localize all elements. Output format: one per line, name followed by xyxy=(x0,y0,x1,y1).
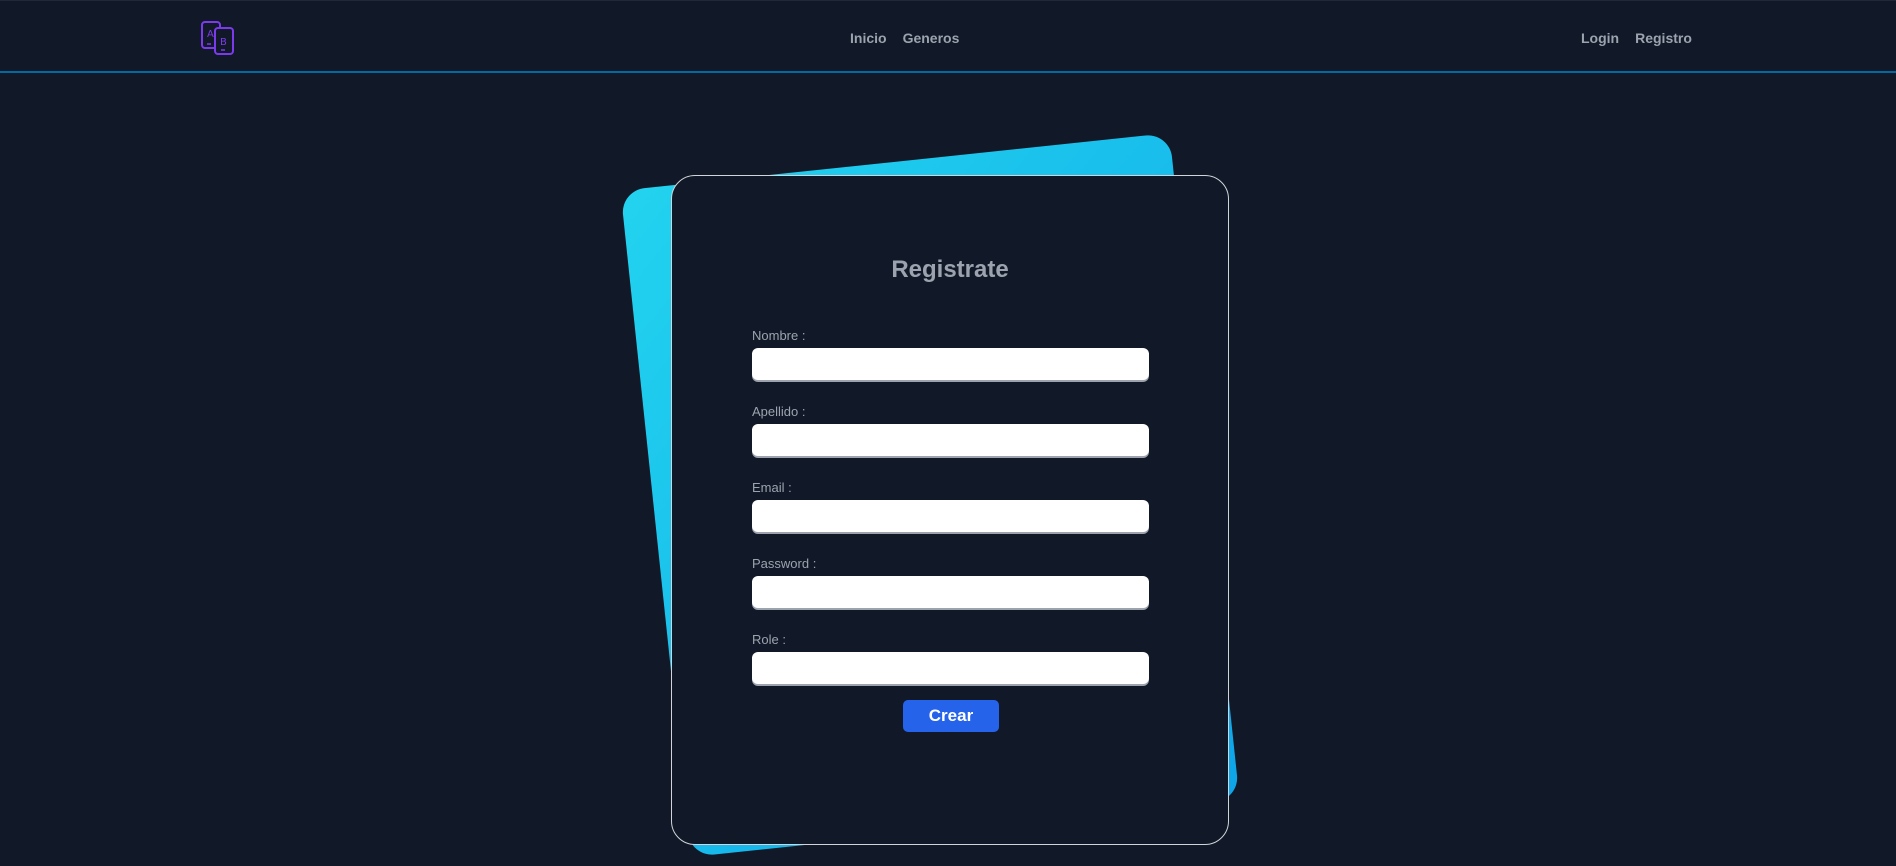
svg-text:A: A xyxy=(207,29,214,40)
role-input[interactable] xyxy=(752,652,1149,684)
password-input[interactable] xyxy=(752,576,1149,608)
nav-link-inicio[interactable]: Inicio xyxy=(850,29,887,47)
email-input[interactable] xyxy=(752,500,1149,532)
field-role: Role : xyxy=(752,632,1149,684)
nav-link-login[interactable]: Login xyxy=(1581,29,1619,47)
email-label: Email : xyxy=(752,480,792,495)
register-card: Registrate Nombre : Apellido : Email : P… xyxy=(671,175,1229,845)
translate-icon[interactable]: A B xyxy=(200,20,236,56)
role-label: Role : xyxy=(752,632,786,647)
apellido-input[interactable] xyxy=(752,424,1149,456)
field-nombre: Nombre : xyxy=(752,328,1149,380)
password-label: Password : xyxy=(752,556,817,571)
auth-nav: Login Registro xyxy=(1581,29,1692,47)
field-apellido: Apellido : xyxy=(752,404,1149,456)
top-navbar: A B Inicio Generos Login Registro xyxy=(0,0,1896,73)
apellido-label: Apellido : xyxy=(752,404,806,419)
main-nav: Inicio Generos xyxy=(850,29,959,47)
nombre-label: Nombre : xyxy=(752,328,806,343)
crear-button[interactable]: Crear xyxy=(903,700,999,732)
field-password: Password : xyxy=(752,556,1149,608)
nombre-input[interactable] xyxy=(752,348,1149,380)
field-email: Email : xyxy=(752,480,1149,532)
svg-text:B: B xyxy=(220,37,227,48)
form-title: Registrate xyxy=(891,256,1009,283)
nav-link-generos[interactable]: Generos xyxy=(903,29,960,47)
nav-link-registro[interactable]: Registro xyxy=(1635,29,1692,47)
